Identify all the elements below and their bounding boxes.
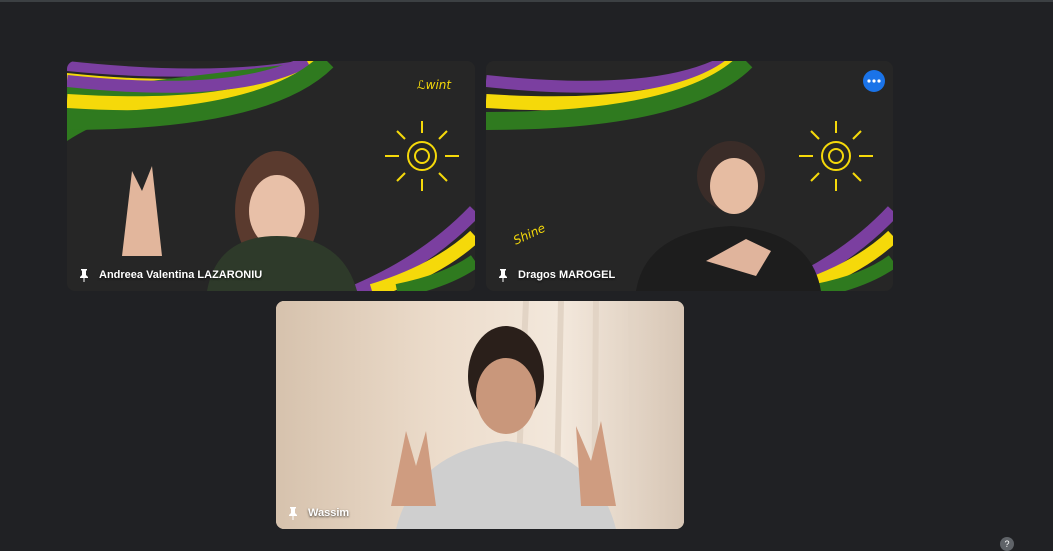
window-top-border <box>0 0 1053 2</box>
participant-name: Dragos MAROGEL <box>518 269 616 281</box>
participant-tile-andreea[interactable]: ℒwint Andreea Valentina LAZARONIU <box>67 61 475 291</box>
participant-tile-dragos[interactable]: Shine Dragos MAROGEL <box>486 61 893 291</box>
participant-name: Andreea Valentina LAZARONIU <box>99 269 263 281</box>
participant-tile-wassim[interactable]: Wassim <box>276 301 684 529</box>
pin-icon[interactable] <box>286 506 300 520</box>
more-options-icon <box>867 79 881 83</box>
video-feed <box>276 301 684 529</box>
participant-name-tag: Dragos MAROGEL <box>496 268 615 282</box>
participant-name-tag: Andreea Valentina LAZARONIU <box>77 268 262 282</box>
participant-name-tag: Wassim <box>286 506 349 520</box>
video-feed: Shine <box>486 61 893 291</box>
participant-name: Wassim <box>308 507 350 519</box>
svg-text:ℒwint: ℒwint <box>417 78 452 92</box>
pin-icon[interactable] <box>77 268 91 282</box>
more-options-button[interactable] <box>863 70 885 92</box>
help-icon[interactable]: ? <box>1000 537 1014 551</box>
video-feed: ℒwint <box>67 61 475 291</box>
pin-icon[interactable] <box>496 268 510 282</box>
